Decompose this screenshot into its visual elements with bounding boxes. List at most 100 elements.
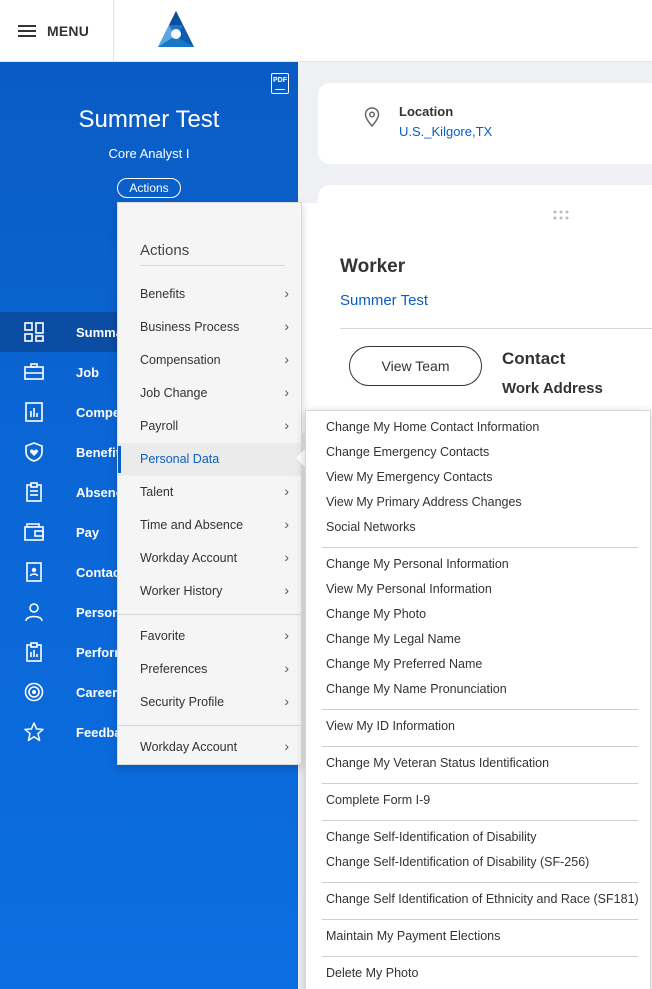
submenu-item[interactable]: Change My Preferred Name	[326, 657, 482, 671]
actions-item-label: Time and Absence	[140, 518, 244, 532]
chevron-right-icon: ›	[284, 627, 289, 643]
submenu-item[interactable]: View My Emergency Contacts	[326, 470, 493, 484]
actions-item-benefits[interactable]: Benefits ›	[118, 278, 301, 311]
target-icon	[24, 682, 44, 702]
pdf-icon[interactable]: PDF	[271, 73, 289, 94]
actions-item-job-change[interactable]: Job Change ›	[118, 377, 301, 410]
chevron-right-icon: ›	[284, 660, 289, 676]
submenu-item[interactable]: Social Networks	[326, 520, 416, 534]
submenu-item[interactable]: Change My Legal Name	[326, 632, 461, 646]
actions-item-payroll[interactable]: Payroll ›	[118, 410, 301, 443]
divider	[322, 882, 638, 883]
chevron-right-icon: ›	[284, 285, 289, 301]
submenu-item[interactable]: Maintain My Payment Elections	[326, 929, 500, 943]
chevron-right-icon: ›	[284, 417, 289, 433]
actions-item-label: Personal Data	[140, 452, 220, 466]
personal-data-submenu: Change My Home Contact Information Chang…	[305, 410, 651, 989]
divider	[322, 746, 638, 747]
submenu-item[interactable]: Complete Form I-9	[326, 793, 430, 807]
submenu-item[interactable]: Change Emergency Contacts	[326, 445, 489, 459]
actions-item-label: Benefits	[140, 287, 186, 301]
chart-icon	[25, 402, 43, 422]
clipboard-icon	[26, 482, 42, 502]
submenu-item[interactable]: Change My Home Contact Information	[326, 420, 539, 434]
chevron-right-icon: ›	[284, 318, 289, 334]
submenu-item[interactable]: View My Personal Information	[326, 582, 492, 596]
actions-item-time-and-absence[interactable]: Time and Absence ›	[118, 509, 301, 542]
wallet-icon	[24, 523, 44, 541]
profile-name: Summer Test	[78, 106, 220, 133]
location-card: Location U.S._Kilgore,TX	[318, 83, 652, 164]
actions-item-label: Security Profile	[140, 695, 225, 709]
briefcase-icon	[24, 363, 44, 380]
hamburger-icon	[18, 24, 36, 38]
dashboard-icon	[24, 322, 44, 342]
actions-item-label: Preferences	[140, 662, 208, 676]
actions-item-workday-account[interactable]: Workday Account ›	[118, 542, 301, 575]
work-address-heading: Work Address	[502, 380, 603, 397]
divider	[322, 919, 638, 920]
actions-item-label: Business Process	[140, 320, 240, 334]
actions-item-talent[interactable]: Talent ›	[118, 476, 301, 509]
worker-name-link[interactable]: Summer Test	[340, 292, 428, 309]
location-link[interactable]: U.S._Kilgore,TX	[399, 124, 492, 139]
actions-item-business-process[interactable]: Business Process ›	[118, 311, 301, 344]
divider	[322, 820, 638, 821]
actions-item-security-profile[interactable]: Security Profile ›	[118, 686, 301, 719]
chevron-right-icon: ›	[284, 549, 289, 565]
company-logo[interactable]	[154, 9, 198, 51]
actions-item-favorite[interactable]: Favorite ›	[118, 620, 301, 653]
divider	[322, 547, 638, 548]
divider	[322, 709, 638, 710]
actions-item-personal-data[interactable]: Personal Data	[118, 443, 301, 476]
actions-button[interactable]: Actions	[117, 178, 181, 198]
submenu-item[interactable]: Change Self-Identification of Disability…	[326, 855, 589, 869]
actions-menu: Actions Benefits › Business Process › Comp…	[117, 202, 302, 765]
divider	[140, 265, 285, 266]
submenu-item[interactable]: Change My Veteran Status Identification	[326, 756, 549, 770]
actions-item-compensation[interactable]: Compensation ›	[118, 344, 301, 377]
chevron-right-icon: ›	[284, 516, 289, 532]
nav-label: Career	[76, 684, 118, 700]
chevron-right-icon: ›	[284, 582, 289, 598]
submenu-item[interactable]: View My Primary Address Changes	[326, 495, 522, 509]
contact-book-icon	[26, 562, 42, 582]
chevron-right-icon: ›	[284, 483, 289, 499]
menu-button[interactable]: MENU	[0, 0, 114, 62]
location-pin-icon	[364, 107, 380, 127]
submenu-item[interactable]: Change My Photo	[326, 607, 426, 621]
report-icon	[26, 642, 42, 662]
divider	[118, 725, 301, 726]
chevron-right-icon: ›	[284, 351, 289, 367]
top-bar: MENU	[0, 0, 652, 62]
profile-job-title: Core Analyst I	[108, 146, 190, 161]
actions-item-label: Workday Account	[140, 740, 238, 754]
divider	[340, 328, 652, 329]
view-team-button[interactable]: View Team	[349, 346, 482, 386]
worker-heading: Worker	[340, 256, 406, 277]
actions-item-label: Payroll	[140, 419, 179, 433]
nav-label: Job	[76, 364, 100, 380]
person-icon	[25, 603, 43, 622]
actions-item-label: Compensation	[140, 353, 221, 367]
actions-menu-heading: Actions	[140, 242, 190, 259]
divider	[118, 614, 301, 615]
submenu-item[interactable]: View My ID Information	[326, 719, 455, 733]
menu-label: MENU	[47, 23, 90, 39]
submenu-item[interactable]: Change Self Identification of Ethnicity …	[326, 892, 639, 906]
submenu-item[interactable]: Change Self-Identification of Disability	[326, 830, 537, 844]
actions-item-preferences[interactable]: Preferences ›	[118, 653, 301, 686]
actions-item-worker-history[interactable]: Worker History ›	[118, 575, 301, 608]
shield-heart-icon	[25, 442, 43, 462]
actions-item-label: Workday Account	[140, 551, 238, 565]
submenu-item[interactable]: Delete My Photo	[326, 966, 418, 980]
submenu-item[interactable]: Change My Personal Information	[326, 557, 509, 571]
actions-item-workday-account-2[interactable]: Workday Account ›	[118, 731, 301, 764]
submenu-item[interactable]: Change My Name Pronunciation	[326, 682, 507, 696]
worker-panel: Worker Summer Test View Team Contact Wor…	[302, 203, 652, 433]
drag-handle-icon[interactable]	[552, 210, 572, 220]
chevron-right-icon: ›	[284, 384, 289, 400]
contact-heading: Contact	[502, 349, 566, 368]
actions-item-label: Job Change	[140, 386, 208, 400]
nav-label: Pay	[76, 524, 100, 540]
